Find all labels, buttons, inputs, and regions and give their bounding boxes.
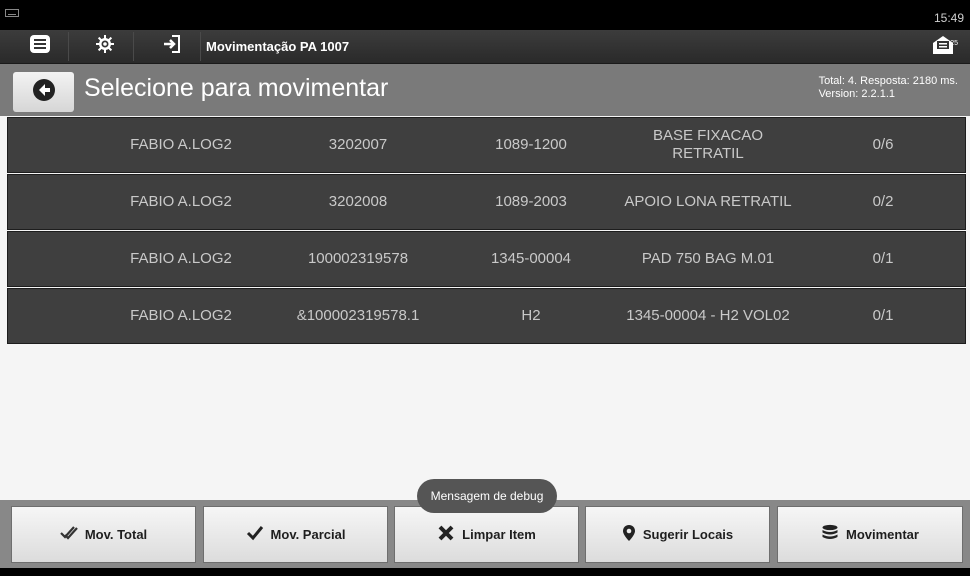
list-icon — [29, 34, 51, 59]
quantity-cell: 0/1 — [872, 307, 894, 324]
sugerir-locais-label: Sugerir Locais — [642, 527, 734, 542]
close-icon — [437, 524, 462, 545]
user-cell: FABIO A.LOG2 — [130, 193, 232, 210]
limpar-item-label: Limpar Item — [462, 527, 536, 542]
movimentar-button[interactable]: Movimentar — [777, 506, 963, 563]
keyboard-icon — [5, 4, 19, 22]
sugerir-locais-button[interactable]: Sugerir Locais — [585, 506, 770, 563]
quantity-cell: 0/1 — [872, 250, 894, 267]
user-cell: FABIO A.LOG2 — [130, 307, 232, 324]
header-title: Selecione para movimentar — [84, 74, 389, 102]
user-cell: FABIO A.LOG2 — [130, 250, 232, 267]
code-cell: 100002319578 — [307, 250, 409, 267]
list-header: Selecione para movimentar Total: 4. Resp… — [0, 64, 970, 116]
menu-button[interactable] — [12, 32, 69, 61]
description-cell: 1345-00004 - H2 VOL02 — [626, 307, 790, 324]
mail-icon — [932, 35, 954, 60]
mov-total-label: Mov. Total — [84, 527, 148, 542]
user-cell: FABIO A.LOG2 — [130, 136, 232, 153]
mov-total-button[interactable]: Mov. Total — [11, 506, 196, 563]
system-nav-bar — [0, 568, 970, 576]
reference-cell: 1089-1200 — [495, 136, 567, 153]
description-cell: APOIO LONA RETRATIL — [624, 193, 792, 210]
status-clock: 15:49 — [933, 11, 964, 25]
response-info: Total: 4. Resposta: 2180 ms. Version: 2.… — [819, 75, 958, 101]
code-cell: 3202008 — [328, 193, 388, 210]
gear-icon — [95, 34, 115, 59]
double-check-icon — [60, 525, 85, 544]
reference-cell: 1345-00004 — [490, 250, 572, 267]
settings-button[interactable] — [77, 32, 134, 61]
quantity-cell: 0/6 — [872, 136, 894, 153]
action-bar: Movimentação PA 1007 25 — [0, 30, 970, 64]
login-button[interactable] — [144, 32, 201, 61]
table-row[interactable]: FABIO A.LOG2 &100002319578.1 H2 1345-000… — [7, 288, 966, 344]
quantity-cell: 0/2 — [872, 193, 894, 210]
back-button[interactable] — [13, 72, 74, 112]
database-icon — [821, 524, 846, 545]
page-title: Movimentação PA 1007 — [206, 39, 350, 54]
code-cell: &100002319578.1 — [296, 307, 420, 324]
status-bar: 15:49 — [0, 0, 970, 30]
description-cell: BASE FIXACAO RETRATIL — [652, 127, 764, 162]
description-cell: PAD 750 BAG M.01 — [641, 250, 775, 267]
reference-cell: H2 — [521, 307, 541, 324]
messages-button[interactable]: 25 — [928, 34, 958, 60]
limpar-item-button[interactable]: Limpar Item — [394, 506, 579, 563]
check-icon — [246, 525, 271, 544]
location-pin-icon — [622, 524, 643, 545]
movimentar-label: Movimentar — [846, 527, 919, 542]
total-response-text: Total: 4. Resposta: 2180 ms. — [818, 75, 958, 87]
item-list: FABIO A.LOG2 3202007 1089-1200 BASE FIXA… — [7, 117, 966, 345]
login-icon — [162, 34, 182, 59]
back-arrow-icon — [32, 78, 56, 107]
table-row[interactable]: FABIO A.LOG2 3202007 1089-1200 BASE FIXA… — [7, 117, 966, 173]
reference-cell: 1089-2003 — [495, 193, 567, 210]
mov-parcial-label: Mov. Parcial — [270, 527, 346, 542]
debug-toast: Mensagem de debug — [417, 479, 557, 513]
mov-parcial-button[interactable]: Mov. Parcial — [203, 506, 388, 563]
table-row[interactable]: FABIO A.LOG2 100002319578 1345-00004 PAD… — [7, 231, 966, 287]
table-row[interactable]: FABIO A.LOG2 3202008 1089-2003 APOIO LON… — [7, 174, 966, 230]
version-text: Version: 2.2.1.1 — [818, 88, 896, 100]
mail-badge: 25 — [950, 40, 958, 47]
code-cell: 3202007 — [328, 136, 388, 153]
